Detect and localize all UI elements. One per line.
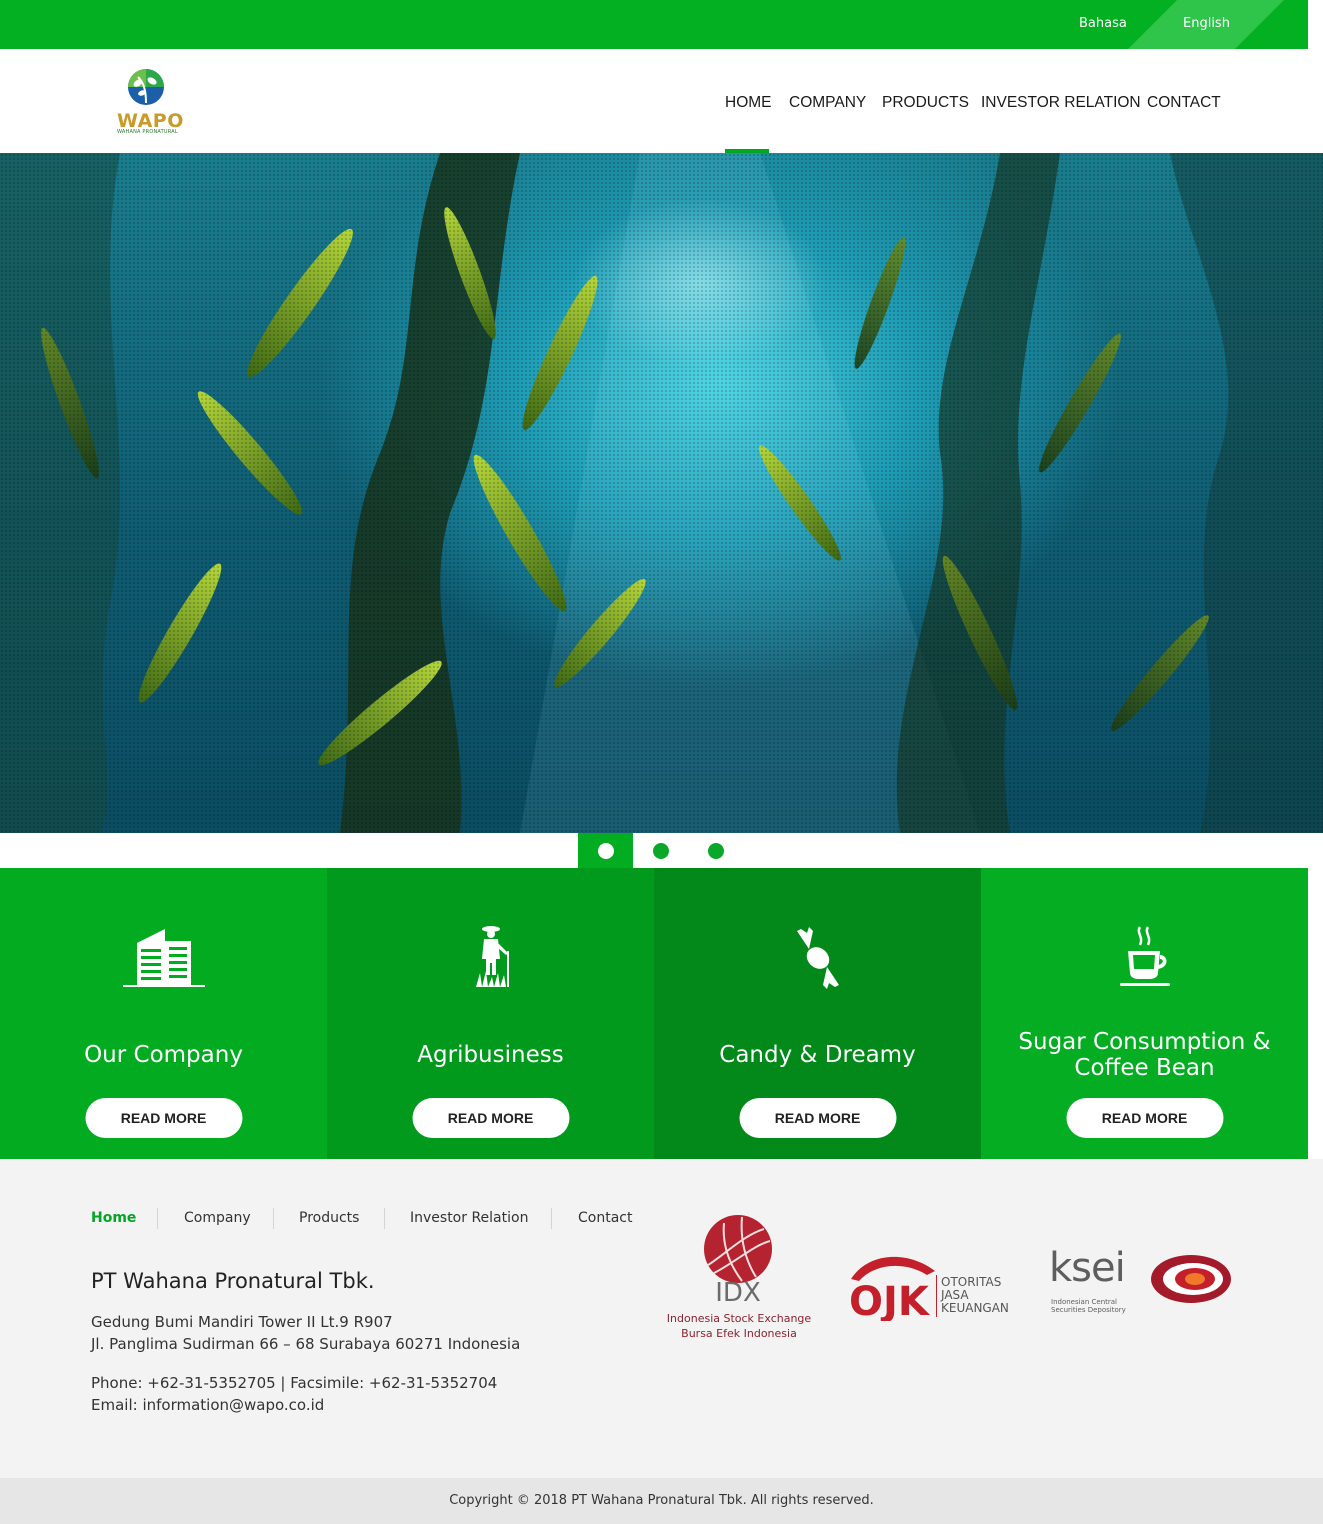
- nav-products[interactable]: PRODUCTS: [882, 94, 969, 112]
- nav-company[interactable]: COMPANY: [789, 94, 866, 112]
- building-icon: [122, 929, 205, 987]
- tile-agribusiness: Agribusiness READ MORE: [327, 868, 654, 1159]
- top-bar: Bahasa English: [0, 0, 1308, 49]
- tile-our-company: Our Company READ MORE: [0, 868, 327, 1159]
- footer-email: Email: information@wapo.co.id: [91, 1396, 325, 1414]
- footer-address-line-2: Jl. Panglima Sudirman 66 – 68 Surabaya 6…: [91, 1335, 521, 1353]
- ksei-ring-icon: [1151, 1255, 1231, 1303]
- farmer-icon: [475, 926, 509, 987]
- site-header: WAPO WAHANA PRONATURAL HOME COMPANY PROD…: [0, 49, 1323, 153]
- language-english-link[interactable]: English: [1183, 16, 1230, 31]
- candy-icon: [796, 927, 839, 989]
- ojk-line-3: KEUANGAN: [941, 1301, 1009, 1315]
- tile-title: Our Company: [84, 1042, 243, 1068]
- footer-company-name: PT Wahana Pronatural Tbk.: [91, 1269, 375, 1293]
- idx-line-2: Bursa Efek Indonesia: [681, 1327, 797, 1340]
- footer-nav-contact[interactable]: Contact: [578, 1210, 632, 1226]
- tile-title: Agribusiness: [417, 1042, 564, 1068]
- ojk-divider: [936, 1275, 937, 1317]
- tile-title-line-1: Sugar Consumption &: [1018, 1029, 1271, 1055]
- read-more-button[interactable]: READ MORE: [85, 1098, 242, 1138]
- ksei-line-2: Securities Depository: [1051, 1306, 1126, 1314]
- read-more-button[interactable]: READ MORE: [1066, 1098, 1223, 1138]
- ojk-wordmark: OJK: [849, 1279, 931, 1321]
- idx-globe-icon: IDX: [704, 1215, 772, 1305]
- footer-nav-company[interactable]: Company: [184, 1210, 251, 1226]
- halftone-overlay: [0, 153, 1323, 833]
- nav-contact[interactable]: CONTACT: [1147, 94, 1221, 112]
- footer-phone: Phone: +62-31-5352705 | Facsimile: +62-3…: [91, 1374, 498, 1392]
- footer-nav-divider: [157, 1208, 158, 1229]
- logo-subtitle: WAHANA PRONATURAL: [117, 129, 178, 135]
- footer-nav-divider: [551, 1208, 552, 1229]
- footer-nav-divider: [273, 1208, 274, 1229]
- tile-sugar-coffee: Sugar Consumption & Coffee Bean READ MOR…: [981, 868, 1308, 1159]
- footer-nav-home[interactable]: Home: [91, 1210, 136, 1226]
- nav-investor-relation[interactable]: INVESTOR RELATION: [981, 94, 1141, 112]
- footer-address-line-1: Gedung Bumi Mandiri Tower II Lt.9 R907: [91, 1313, 393, 1331]
- idx-logo[interactable]: IDX Indonesia Stock Exchange Bursa Efek …: [664, 1215, 814, 1360]
- tile-title: Candy & Dreamy: [719, 1042, 916, 1068]
- idx-line-1: Indonesia Stock Exchange: [666, 1312, 812, 1325]
- footer-nav-products[interactable]: Products: [299, 1210, 359, 1226]
- hero-slide-image: [0, 153, 1323, 833]
- footer-nav-divider: [384, 1208, 385, 1229]
- ksei-wordmark: ksei: [1049, 1245, 1126, 1291]
- slider-dot-1[interactable]: [598, 843, 614, 859]
- footer-nav-investor-relation[interactable]: Investor Relation: [410, 1210, 528, 1226]
- slider-dot-3[interactable]: [708, 843, 724, 859]
- ojk-mark-icon: OJK: [849, 1256, 935, 1321]
- nav-home[interactable]: HOME: [725, 94, 772, 112]
- slider-dot-2[interactable]: [653, 843, 669, 859]
- coffee-cup-icon: [1119, 926, 1170, 986]
- copyright-bar: Copyright © 2018 PT Wahana Pronatural Tb…: [0, 1478, 1323, 1524]
- ksei-logo[interactable]: ksei Indonesian Central Securities Depos…: [1049, 1245, 1234, 1321]
- ksei-line-1: Indonesian Central: [1051, 1298, 1118, 1306]
- slider-pagination: [0, 833, 1323, 868]
- ojk-logo[interactable]: OJK OTORITAS JASA KEUANGAN: [849, 1251, 1014, 1321]
- tile-candy-dreamy: Candy & Dreamy READ MORE: [654, 868, 981, 1159]
- copyright-text: Copyright © 2018 PT Wahana Pronatural Tb…: [449, 1493, 874, 1508]
- site-footer: Home Company Products Investor Relation …: [0, 1159, 1323, 1478]
- tile-title-line-2: Coffee Bean: [1074, 1055, 1215, 1081]
- read-more-button[interactable]: READ MORE: [412, 1098, 569, 1138]
- language-bahasa-link[interactable]: Bahasa: [1079, 16, 1127, 31]
- idx-wordmark: IDX: [715, 1278, 761, 1305]
- read-more-button[interactable]: READ MORE: [739, 1098, 896, 1138]
